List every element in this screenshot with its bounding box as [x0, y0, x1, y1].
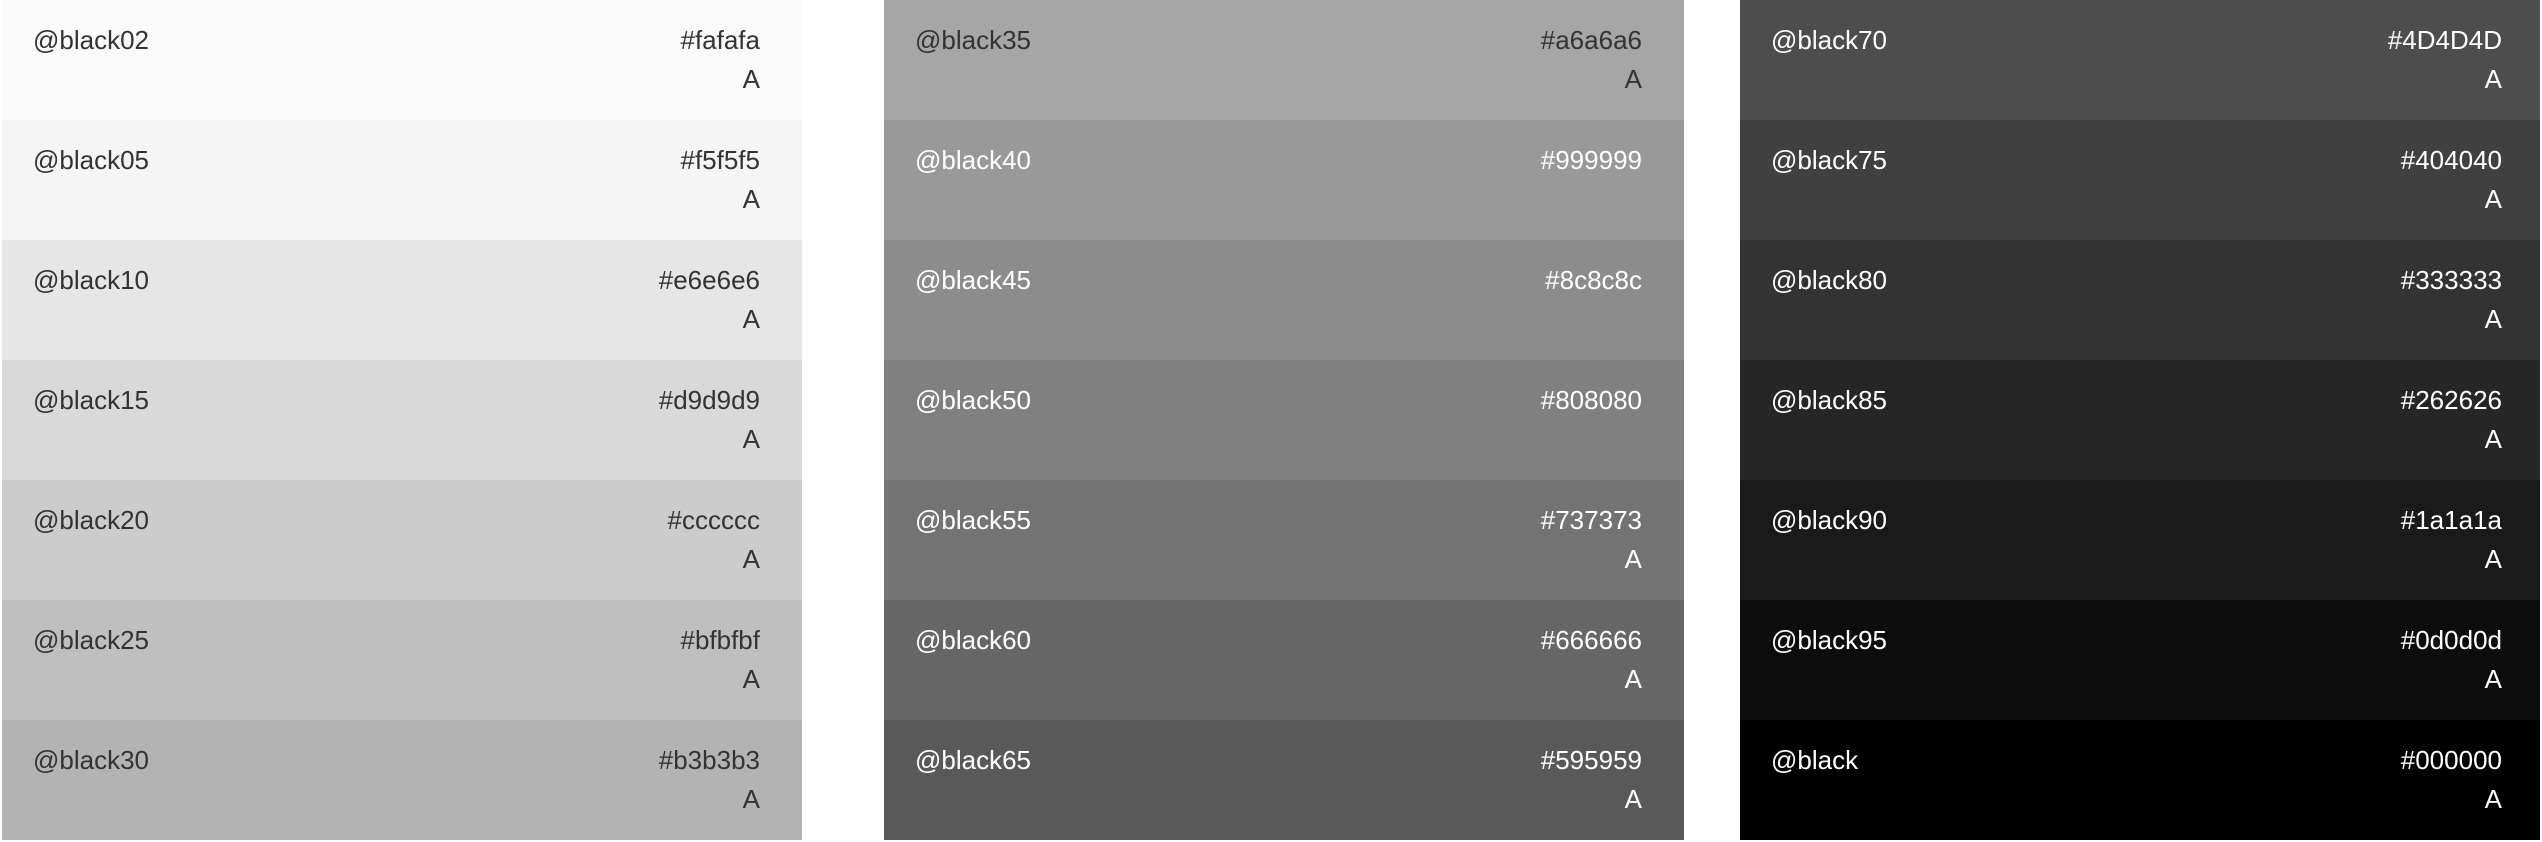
- swatch-text-sample: A: [1624, 64, 1642, 94]
- swatch-text-sample: A: [2484, 784, 2502, 814]
- swatch-text-sample: A: [1624, 664, 1642, 694]
- swatch-hex: #666666: [1540, 625, 1642, 655]
- swatch-text-sample: A: [1624, 544, 1642, 574]
- swatch-name: @black02: [33, 25, 150, 55]
- swatch-hex: #f5f5f5: [680, 145, 760, 175]
- swatch-name: @black25: [33, 625, 150, 655]
- palette-column-mid: @black35 #a6a6a6 A @black40 #999999 @bla…: [884, 0, 1684, 842]
- swatch-name: @black50: [915, 385, 1032, 415]
- swatch-text-sample: A: [1624, 784, 1642, 814]
- swatch-name: @black15: [33, 385, 150, 415]
- swatch-name: @black35: [915, 25, 1032, 55]
- swatch-name: @black95: [1771, 625, 1888, 655]
- swatch-name: @black05: [33, 145, 150, 175]
- swatch-name: @black20: [33, 505, 150, 535]
- color-swatch-black45: @black45 #8c8c8c: [884, 240, 1684, 360]
- swatch-hex: #999999: [1540, 145, 1642, 175]
- swatch-name: @black70: [1771, 25, 1888, 55]
- color-swatch-black60: @black60 #666666 A: [884, 600, 1684, 720]
- swatch-name: @black80: [1771, 265, 1888, 295]
- swatch-hex: #595959: [1540, 745, 1642, 775]
- swatch-name: @black85: [1771, 385, 1888, 415]
- color-swatch-black: @black #000000 A: [1740, 720, 2540, 840]
- swatch-hex: #1a1a1a: [2400, 505, 2502, 535]
- swatch-name: @black55: [915, 505, 1032, 535]
- swatch-text-sample: A: [742, 664, 760, 694]
- swatch-hex: #0d0d0d: [2400, 625, 2502, 655]
- color-swatch-black25: @black25 #bfbfbf A: [2, 600, 802, 720]
- swatch-name: @black65: [915, 745, 1032, 775]
- swatch-name: @black90: [1771, 505, 1888, 535]
- swatch-name: @black30: [33, 745, 150, 775]
- swatch-text-sample: A: [2484, 304, 2502, 334]
- swatch-hex: #d9d9d9: [658, 385, 760, 415]
- swatch-hex: #808080: [1540, 385, 1642, 415]
- swatch-hex: #262626: [2400, 385, 2502, 415]
- swatch-text-sample: A: [742, 304, 760, 334]
- color-swatch-black85: @black85 #262626 A: [1740, 360, 2540, 480]
- color-swatch-black65: @black65 #595959 A: [884, 720, 1684, 840]
- swatch-hex: #fafafa: [680, 25, 760, 55]
- color-swatch-black02: @black02 #fafafa A: [2, 0, 802, 120]
- color-swatch-black30: @black30 #b3b3b3 A: [2, 720, 802, 840]
- swatch-hex: #e6e6e6: [658, 265, 760, 295]
- swatch-name: @black60: [915, 625, 1032, 655]
- color-swatch-black80: @black80 #333333 A: [1740, 240, 2540, 360]
- swatch-hex: #b3b3b3: [658, 745, 760, 775]
- swatch-text-sample: A: [2484, 664, 2502, 694]
- swatch-name: @black10: [33, 265, 150, 295]
- palette-column-dark: @black70 #4D4D4D A @black75 #404040 A @b…: [1740, 0, 2540, 842]
- color-swatch-black55: @black55 #737373 A: [884, 480, 1684, 600]
- swatch-hex: #000000: [2400, 745, 2502, 775]
- swatch-text-sample: A: [742, 184, 760, 214]
- swatch-text-sample: A: [2484, 64, 2502, 94]
- swatch-text-sample: A: [2484, 544, 2502, 574]
- swatch-name: @black75: [1771, 145, 1888, 175]
- color-swatch-black05: @black05 #f5f5f5 A: [2, 120, 802, 240]
- swatch-hex: #333333: [2400, 265, 2502, 295]
- swatch-hex: #8c8c8c: [1545, 265, 1642, 295]
- color-swatch-black95: @black95 #0d0d0d A: [1740, 600, 2540, 720]
- swatch-name: @black40: [915, 145, 1032, 175]
- swatch-text-sample: A: [2484, 184, 2502, 214]
- swatch-text-sample: A: [742, 784, 760, 814]
- color-swatch-black10: @black10 #e6e6e6 A: [2, 240, 802, 360]
- swatch-hex: #cccccc: [667, 505, 760, 535]
- swatch-hex: #bfbfbf: [680, 625, 760, 655]
- swatch-hex: #737373: [1540, 505, 1642, 535]
- color-swatch-black90: @black90 #1a1a1a A: [1740, 480, 2540, 600]
- swatch-name: @black: [1771, 745, 1859, 775]
- color-swatch-black40: @black40 #999999: [884, 120, 1684, 240]
- color-swatch-black70: @black70 #4D4D4D A: [1740, 0, 2540, 120]
- color-swatch-black50: @black50 #808080: [884, 360, 1684, 480]
- swatch-text-sample: A: [742, 64, 760, 94]
- color-swatch-black75: @black75 #404040 A: [1740, 120, 2540, 240]
- swatch-hex: #404040: [2400, 145, 2502, 175]
- swatch-text-sample: A: [742, 424, 760, 454]
- color-swatch-black35: @black35 #a6a6a6 A: [884, 0, 1684, 120]
- palette-column-light: @black02 #fafafa A @black05 #f5f5f5 A @b…: [2, 0, 802, 842]
- swatch-name: @black45: [915, 265, 1032, 295]
- color-swatch-black15: @black15 #d9d9d9 A: [2, 360, 802, 480]
- swatch-text-sample: A: [2484, 424, 2502, 454]
- color-swatch-black20: @black20 #cccccc A: [2, 480, 802, 600]
- swatch-hex: #4D4D4D: [2387, 25, 2502, 55]
- swatch-text-sample: A: [742, 544, 760, 574]
- swatch-hex: #a6a6a6: [1540, 25, 1642, 55]
